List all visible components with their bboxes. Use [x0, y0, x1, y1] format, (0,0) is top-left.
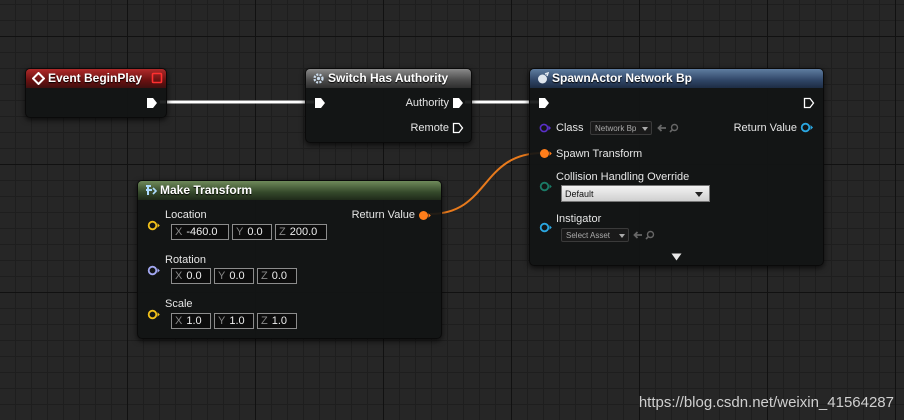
- remote-label: Remote: [410, 122, 449, 134]
- blueprint-graph-canvas[interactable]: Event BeginPlay Switch Has Authority Aut…: [0, 0, 904, 420]
- spawnactor-header: SpawnActor Network Bp: [530, 69, 823, 88]
- function-icon: [146, 185, 157, 195]
- instigator-picker[interactable]: Select Asset: [561, 228, 629, 242]
- axis-z-label: Z: [261, 270, 268, 282]
- scale-label: Scale: [165, 298, 193, 310]
- rotation-z-value: 0.0: [271, 270, 288, 282]
- chevron-down-icon: [619, 234, 625, 238]
- authority-exec-pin[interactable]: [452, 97, 464, 109]
- transform-wire: [429, 152, 544, 215]
- rotation-x-value: 0.0: [186, 270, 202, 282]
- chevron-down-icon: [695, 192, 703, 197]
- axis-y-label: Y: [218, 270, 226, 282]
- switch-has-authority-node[interactable]: Switch Has Authority Authority Remote: [305, 68, 472, 143]
- location-z-value: 200.0: [289, 226, 318, 238]
- axis-x-label: X: [175, 315, 183, 327]
- chevron-down-icon: [642, 127, 648, 131]
- spawn-transform-pin[interactable]: [539, 148, 552, 159]
- browse-search-icon[interactable]: [645, 230, 655, 240]
- return-value-label: Return Value: [733, 122, 797, 134]
- axis-y-label: Y: [218, 315, 226, 327]
- rotation-y-field[interactable]: Y 0.0: [214, 268, 254, 284]
- location-y-field[interactable]: Y 0.0: [232, 224, 272, 240]
- location-x-value: -460.0: [186, 226, 218, 238]
- class-pin[interactable]: [539, 123, 551, 133]
- collision-handling-pin[interactable]: [539, 181, 552, 192]
- location-z-field[interactable]: Z 200.0: [275, 224, 327, 240]
- rotation-x-field[interactable]: X 0.0: [171, 268, 211, 284]
- scale-pin[interactable]: [147, 309, 160, 320]
- location-pin[interactable]: [147, 220, 160, 231]
- scale-y-field[interactable]: Y 1.0: [214, 313, 254, 329]
- browse-search-icon[interactable]: [669, 123, 679, 133]
- axis-z-label: Z: [279, 226, 286, 238]
- remote-exec-pin[interactable]: [452, 122, 464, 134]
- scale-x-field[interactable]: X 1.0: [171, 313, 211, 329]
- authority-label: Authority: [405, 97, 449, 109]
- collision-handling-dropdown[interactable]: Default: [561, 185, 710, 202]
- scale-y-value: 1.0: [229, 315, 245, 327]
- rotation-vector-fields: X 0.0 Y 0.0 Z 0.0: [171, 268, 297, 284]
- watermark-url: https://blog.csdn.net/weixin_41564287: [638, 394, 894, 411]
- delegate-pin-icon[interactable]: [151, 72, 163, 84]
- class-label: Class: [556, 122, 584, 134]
- location-y-value: 0.0: [247, 226, 263, 238]
- use-selected-arrow-icon[interactable]: [656, 123, 667, 133]
- return-value-pin[interactable]: [418, 210, 432, 221]
- exec-out-pin[interactable]: [146, 97, 158, 109]
- make-transform-header: Make Transform: [138, 181, 441, 200]
- class-picker-value: Network Bp: [595, 124, 637, 133]
- axis-z-label: Z: [261, 315, 268, 327]
- location-x-field[interactable]: X -460.0: [171, 224, 229, 240]
- expand-advanced-icon[interactable]: [671, 253, 682, 261]
- axis-x-label: X: [175, 270, 183, 282]
- class-picker[interactable]: Network Bp: [590, 121, 652, 135]
- rotation-z-field[interactable]: Z 0.0: [257, 268, 297, 284]
- axis-y-label: Y: [236, 226, 244, 238]
- location-label: Location: [165, 209, 207, 221]
- event-beginplay-node[interactable]: Event BeginPlay: [25, 68, 167, 118]
- rotation-pin[interactable]: [147, 265, 160, 276]
- return-value-label: Return Value: [351, 209, 415, 221]
- make-transform-node[interactable]: Make Transform Location X -460.0 Y 0.0 Z 20…: [137, 180, 442, 339]
- spawn-transform-label: Spawn Transform: [556, 148, 643, 160]
- make-transform-title: Make Transform: [160, 183, 253, 197]
- event-diamond-icon: [32, 72, 45, 85]
- exec-in-pin[interactable]: [538, 97, 550, 109]
- return-value-pin[interactable]: [800, 122, 814, 133]
- spawnactor-node[interactable]: SpawnActor Network Bp Class Network Bp R…: [529, 68, 824, 266]
- instigator-picker-value: Select Asset: [566, 231, 611, 240]
- rotation-label: Rotation: [165, 254, 206, 266]
- spawnactor-title: SpawnActor Network Bp: [552, 71, 693, 85]
- switch-title: Switch Has Authority: [328, 71, 449, 85]
- exec-in-pin[interactable]: [314, 97, 326, 109]
- event-beginplay-title: Event BeginPlay: [48, 71, 143, 85]
- exec-out-pin[interactable]: [803, 97, 815, 109]
- scale-z-field[interactable]: Z 1.0: [257, 313, 297, 329]
- collision-handling-label: Collision Handling Override: [556, 171, 690, 183]
- rotation-y-value: 0.0: [229, 270, 245, 282]
- use-selected-arrow-icon[interactable]: [632, 230, 643, 240]
- location-vector-fields: X -460.0 Y 0.0 Z 200.0: [171, 224, 327, 240]
- instigator-label: Instigator: [556, 213, 602, 225]
- gear-icon: [313, 73, 324, 84]
- spawn-actor-icon: [538, 72, 549, 84]
- scale-vector-fields: X 1.0 Y 1.0 Z 1.0: [171, 313, 297, 329]
- axis-x-label: X: [175, 226, 183, 238]
- instigator-pin[interactable]: [539, 222, 552, 233]
- event-beginplay-header: Event BeginPlay: [26, 69, 166, 88]
- collision-handling-value: Default: [565, 189, 594, 199]
- switch-header: Switch Has Authority: [306, 69, 471, 88]
- scale-z-value: 1.0: [271, 315, 288, 327]
- scale-x-value: 1.0: [186, 315, 202, 327]
